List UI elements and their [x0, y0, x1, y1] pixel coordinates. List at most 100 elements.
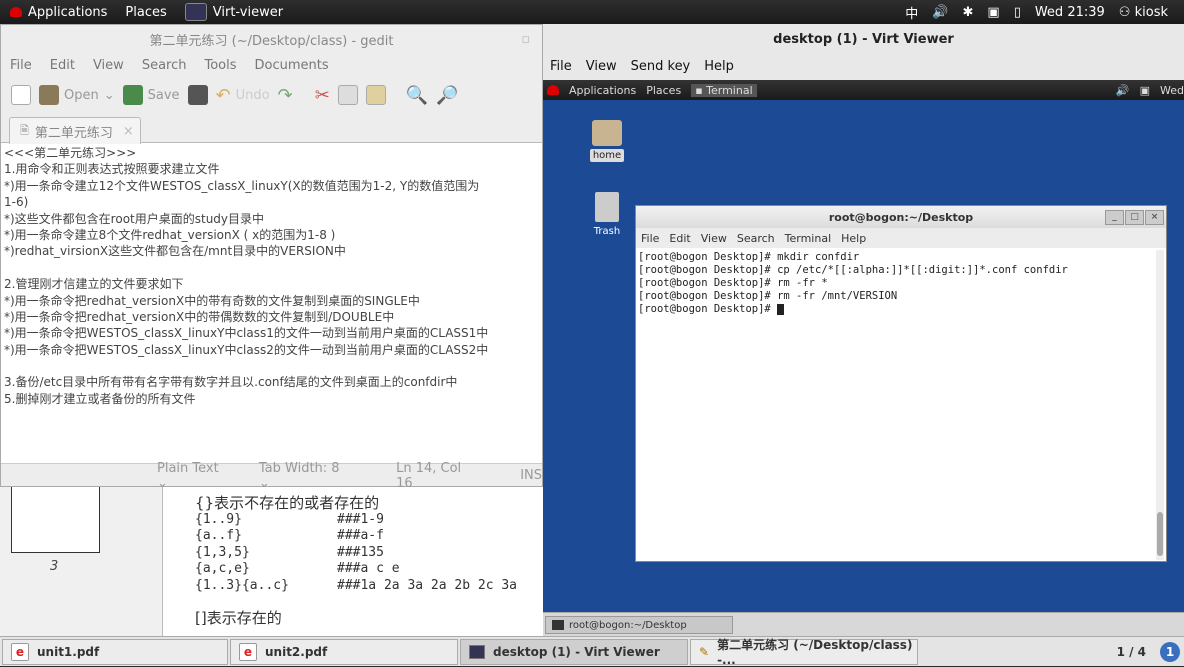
terminal-line: [root@bogon Desktop]#: [638, 303, 1164, 316]
menu-terminal[interactable]: Terminal: [780, 232, 837, 245]
terminal-line: [root@bogon Desktop]# cp /etc/*[[:alpha:…: [638, 264, 1068, 276]
open-button[interactable]: Open ⌄: [39, 85, 115, 105]
menu-search[interactable]: Search: [732, 232, 780, 245]
trash-icon: [595, 192, 619, 222]
terminal-label: Terminal: [706, 83, 753, 97]
guest-places-menu[interactable]: Places: [646, 84, 681, 97]
window-title: 第二单元练习 (~/Desktop/class) - gedit: [149, 33, 394, 49]
menu-view[interactable]: View: [579, 59, 624, 74]
brace-expression: {1,3,5}: [195, 544, 250, 560]
applications-label: Applications: [28, 4, 108, 20]
close-tab-icon[interactable]: ×: [123, 124, 134, 139]
text-editor[interactable]: <<<第二单元练习>>> 1.用命令和正则表达式按照要求建立文件 *)用一条命令建立…: [1, 143, 542, 463]
document-icon: 🗎: [20, 123, 29, 137]
guest-display[interactable]: Applications Places ▪ Terminal 🔊 ▣ Wed hom…: [543, 80, 1184, 636]
copy-icon[interactable]: [337, 85, 358, 105]
guest-terminal-menu[interactable]: ▪ Terminal: [691, 83, 757, 97]
cursor-position: Ln 14, Col 16: [396, 460, 462, 491]
menu-edit[interactable]: Edit: [664, 232, 695, 245]
task-label: unit1.pdf: [37, 644, 100, 659]
editor-line: 1.用命令和正则表达式按照要求建立文件: [4, 162, 220, 177]
guest-applications-menu[interactable]: Applications: [569, 84, 636, 97]
trash-desktop-icon[interactable]: Trash: [587, 192, 627, 237]
minimize-button[interactable]: _: [1105, 210, 1124, 225]
menu-view[interactable]: View: [84, 58, 133, 73]
menu-documents[interactable]: Documents: [246, 58, 338, 73]
scrollbar-thumb[interactable]: [1157, 512, 1163, 556]
brace-expression: {a,c,e}: [195, 561, 250, 576]
guest-clock[interactable]: Wed: [1160, 84, 1184, 97]
text-editor-icon: ✎: [699, 644, 710, 659]
workspace-indicator[interactable]: 1 / 4: [1117, 645, 1146, 659]
input-method-indicator[interactable]: 中: [905, 3, 918, 22]
menu-help[interactable]: Help: [697, 59, 741, 74]
paste-icon[interactable]: [365, 85, 386, 105]
task-unit1-pdf[interactable]: e unit1.pdf: [2, 638, 228, 665]
save-button[interactable]: Save: [122, 85, 180, 105]
bluetooth-icon[interactable]: ✱: [962, 5, 973, 20]
print-icon[interactable]: [187, 85, 208, 105]
redo-icon[interactable]: ↷: [278, 85, 293, 106]
replace-icon[interactable]: 🔎: [436, 85, 458, 106]
user-menu[interactable]: ⚇ kiosk: [1119, 5, 1168, 20]
places-label: Places: [125, 4, 167, 20]
close-button[interactable]: ×: [1145, 210, 1164, 225]
terminal-menubar: File Edit View Search Terminal Help: [636, 228, 1166, 248]
guest-task-terminal[interactable]: root@bogon:~/Desktop: [545, 616, 733, 634]
cut-icon[interactable]: ✂: [315, 85, 330, 106]
clock[interactable]: Wed 21:39: [1035, 5, 1105, 20]
gedit-titlebar: 第二单元练习 (~/Desktop/class) - gedit ▫: [1, 25, 542, 53]
monitor-icon: [184, 3, 207, 21]
doc-row: {a..f} ###a-f: [195, 528, 543, 545]
menu-view[interactable]: View: [696, 232, 732, 245]
tab-width-selector[interactable]: Tab Width: 8 ⌄: [259, 461, 346, 491]
menu-tools[interactable]: Tools: [195, 58, 245, 73]
menu-file[interactable]: File: [636, 232, 664, 245]
page-thumbnail[interactable]: [11, 487, 100, 553]
menu-help[interactable]: Help: [836, 232, 871, 245]
new-document-icon[interactable]: [11, 85, 31, 105]
find-icon[interactable]: 🔍: [406, 85, 428, 106]
monitor-icon: [469, 644, 485, 659]
home-desktop-icon[interactable]: home: [587, 120, 627, 162]
network-icon[interactable]: ▣: [987, 5, 999, 20]
volume-icon[interactable]: 🔊: [932, 5, 948, 20]
save-label: Save: [147, 87, 180, 103]
task-virt-viewer[interactable]: desktop (1) - Virt Viewer: [460, 638, 688, 665]
menu-send-key[interactable]: Send key: [624, 59, 698, 74]
virt-menubar: File View Send key Help: [543, 54, 1184, 78]
places-menu[interactable]: Places: [125, 5, 166, 20]
terminal-scrollbar[interactable]: [1156, 250, 1164, 560]
brace-result: ###a c e: [337, 561, 400, 576]
trash-label: Trash: [593, 226, 621, 237]
menu-search[interactable]: Search: [133, 58, 196, 73]
menu-edit[interactable]: Edit: [41, 58, 84, 73]
active-app-menu[interactable]: Virt-viewer: [184, 3, 283, 21]
terminal-line: [root@bogon Desktop]# mkdir confdir: [638, 251, 860, 263]
task-gedit[interactable]: ✎ 第二单元练习 (~/Desktop/class) -...: [690, 638, 918, 667]
maximize-button[interactable]: □: [1125, 210, 1144, 225]
doc-row: {1,3,5} ###135: [195, 545, 543, 562]
info-icon[interactable]: 1: [1160, 641, 1180, 662]
guest-volume-icon[interactable]: 🔊: [1116, 84, 1130, 97]
language-selector[interactable]: Plain Text ⌄: [157, 461, 227, 491]
pdf-page-content: {}表示不存在的或者存在的 {1..9} ###1-9 {a..f} ###a-f {1,…: [162, 487, 543, 636]
editor-line: *)用一条命令把WESTOS_classX_linuxY中class1的文件一动…: [4, 326, 489, 341]
tab-label: 第二单元练习: [34, 125, 113, 141]
editor-line: *)用一条命令建立12个文件WESTOS_classX_linuxY(X的数值范…: [4, 178, 480, 193]
editor-line: *)用一条命令把WESTOS_classX_linuxY中class2的文件一动…: [4, 342, 489, 357]
maximize-button[interactable]: ▫: [521, 32, 530, 47]
terminal-output[interactable]: [root@bogon Desktop]# mkdir confdir [root…: [636, 248, 1166, 319]
task-unit2-pdf[interactable]: e unit2.pdf: [230, 638, 458, 665]
menu-file[interactable]: File: [543, 59, 579, 74]
guest-network-icon[interactable]: ▣: [1140, 84, 1150, 97]
terminal-cursor: [777, 303, 785, 315]
tab-document[interactable]: 🗎 第二单元练习 ×: [9, 117, 141, 144]
editor-line: *)redhat_virsionX这些文件都包含在/mnt目录中的VERSION…: [4, 244, 346, 259]
menu-file[interactable]: File: [1, 58, 41, 73]
battery-icon[interactable]: ▯: [1014, 5, 1021, 20]
undo-button[interactable]: ↶ Undo: [216, 85, 270, 106]
applications-menu[interactable]: Applications: [10, 5, 107, 20]
brace-result: ###135: [337, 544, 384, 560]
